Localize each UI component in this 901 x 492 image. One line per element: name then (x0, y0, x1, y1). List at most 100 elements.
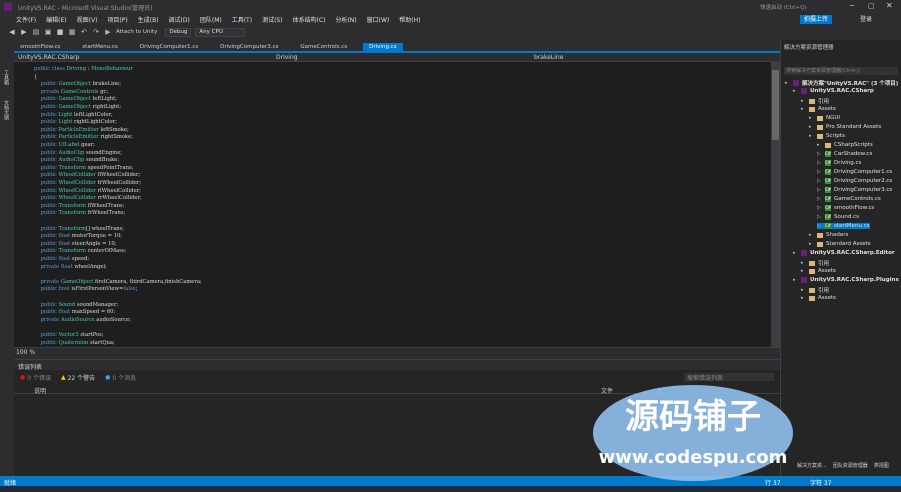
tree-item[interactable]: ▸ UnityVS.RAC.CSharp.Plugins (793, 277, 899, 283)
menu-tools[interactable]: 工具(T) (232, 15, 252, 24)
watermark-text-url: www.codespu.com (599, 447, 788, 468)
warnings-filter[interactable]: 22 个警告 (68, 373, 96, 382)
expand-arrow-icon[interactable]: ▷ (817, 205, 823, 211)
tree-item[interactable]: ▸ Assets (801, 295, 836, 301)
member-dropdown[interactable]: brakeLine (534, 54, 563, 61)
tree-item[interactable]: ▸ UnityVS.RAC.CSharp.Editor (793, 250, 895, 256)
error-search-input[interactable]: 搜索错误列表 (684, 373, 774, 382)
menu-edit[interactable]: 编辑(E) (46, 15, 66, 24)
editor-scroll-thumb[interactable] (772, 70, 779, 140)
expand-arrow-icon[interactable]: ▸ (809, 115, 815, 121)
tree-item[interactable]: ▸ Pro Standard Assets (809, 124, 881, 130)
play-icon[interactable]: ▶ (104, 28, 112, 36)
expand-arrow-icon[interactable]: ▸ (809, 232, 815, 238)
expand-arrow-icon[interactable]: ▸ (801, 106, 807, 112)
expand-arrow-icon[interactable]: ▸ (809, 124, 815, 130)
expand-arrow-icon[interactable]: ▸ (785, 80, 791, 86)
toolbox-tab[interactable]: 工具箱 (3, 70, 10, 85)
tab-class-view[interactable]: 类视图 (874, 462, 889, 472)
tree-item[interactable]: ▷ C# Driving.cs (817, 160, 861, 166)
quick-launch-input[interactable]: 快速启动 (Ctrl+Q) (760, 3, 807, 11)
menu-analyze[interactable]: 分析(N) (335, 15, 356, 24)
expand-arrow-icon[interactable]: ▷ (817, 178, 823, 184)
expand-arrow-icon[interactable]: ▸ (801, 287, 807, 293)
expand-arrow-icon[interactable]: ▷ (817, 151, 823, 157)
menu-help[interactable]: 帮助(H) (399, 15, 420, 24)
zoom-level[interactable]: 100 % (16, 349, 35, 356)
new-file-icon[interactable]: ▤ (32, 28, 40, 36)
back-icon[interactable]: ◀ (8, 28, 16, 36)
forward-icon[interactable]: ▶ (20, 28, 28, 36)
expand-arrow-icon[interactable]: ▸ (801, 98, 807, 104)
tree-item[interactable]: ▷ C# Sound.cs (817, 214, 859, 220)
column-description[interactable]: 说明 (34, 386, 46, 395)
maximize-button[interactable]: ▢ (868, 2, 875, 10)
tree-item[interactable]: ▸ Assets (801, 268, 836, 274)
expand-arrow-icon[interactable]: ▸ (801, 260, 807, 266)
expand-arrow-icon[interactable]: ▸ (809, 241, 815, 247)
menu-test[interactable]: 测试(S) (262, 15, 283, 24)
expand-arrow-icon[interactable]: ▸ (793, 250, 799, 256)
tree-item[interactable]: ▷ C# GameControls.cs (817, 196, 881, 202)
tree-item[interactable]: ▸ 引用 (801, 286, 829, 294)
expand-arrow-icon[interactable]: ▷ (817, 214, 823, 220)
tree-item[interactable]: ▷ C# startMenu.cs (817, 223, 870, 229)
tab-solution-explorer[interactable]: 解决方案资... (797, 462, 827, 472)
close-button[interactable]: ✕ (886, 1, 893, 10)
expand-arrow-icon[interactable]: ▷ (817, 160, 823, 166)
tree-item-label: UnityVS.RAC.CSharp.Editor (810, 250, 895, 256)
menu-team[interactable]: 团队(M) (200, 15, 222, 24)
tab-team-explorer[interactable]: 团队资源管理器 (833, 462, 868, 472)
attach-to-unity-button[interactable]: Attach to Unity (116, 29, 157, 35)
login-link[interactable]: 登录 (860, 15, 872, 24)
errors-filter[interactable]: 0 个错误 (27, 373, 51, 382)
expand-arrow-icon[interactable]: ▷ (817, 187, 823, 193)
expand-arrow-icon[interactable]: ▸ (817, 142, 823, 148)
tree-item[interactable]: ▷ C# CarShadow.cs (817, 151, 872, 157)
project-dropdown[interactable]: UnityVS.RAC.CSharp (18, 54, 79, 61)
document-outline-tab[interactable]: 文档大纲 (3, 100, 10, 120)
expand-arrow-icon[interactable]: ▷ (817, 223, 823, 229)
tree-item[interactable]: ▸ NGUI (809, 115, 840, 121)
menu-window[interactable]: 窗口(W) (367, 15, 390, 24)
expand-arrow-icon[interactable]: ▸ (801, 268, 807, 274)
messages-filter[interactable]: 0 个消息 (112, 373, 136, 382)
tree-item[interactable]: ▷ C# DrivingComputer1.cs (817, 169, 892, 175)
tree-item[interactable]: ▷ C# DrivingComputer2.cs (817, 178, 892, 184)
tree-item[interactable]: ▸ 解决方案"UnityVS.RAC" (3 个项目) (785, 79, 898, 87)
solution-search-input[interactable]: 搜索解决方案资源管理器(Ctrl+;) (784, 67, 898, 75)
minimize-button[interactable]: ─ (850, 2, 854, 10)
tree-item[interactable]: ▷ C# DrivingComputer3.cs (817, 187, 892, 193)
tree-item[interactable]: ▸ Shaders (809, 232, 848, 238)
menu-build[interactable]: 生成(B) (138, 15, 159, 24)
tree-item[interactable]: ▸ Scripts (809, 133, 845, 139)
expand-arrow-icon[interactable]: ▸ (793, 277, 799, 283)
save-all-icon[interactable]: ▦ (68, 28, 76, 36)
expand-arrow-icon[interactable]: ▸ (801, 295, 807, 301)
redo-icon[interactable]: ↷ (92, 28, 100, 36)
code-editor[interactable]: public class Driving : MonoBehaviour{ pu… (14, 62, 771, 347)
open-folder-icon[interactable]: ▣ (44, 28, 52, 36)
tree-item[interactable]: ▸ Standard Assets (809, 241, 871, 247)
tree-item[interactable]: ▸ Assets (801, 106, 836, 112)
expand-arrow-icon[interactable]: ▸ (793, 88, 799, 94)
tree-item[interactable]: ▸ 引用 (801, 259, 829, 267)
expand-arrow-icon[interactable]: ▷ (817, 169, 823, 175)
signin-button[interactable]: 拍摄上传 (800, 15, 833, 24)
menu-file[interactable]: 文件(F) (16, 15, 36, 24)
config-select[interactable]: Debug (165, 27, 192, 37)
menu-debug[interactable]: 调试(D) (169, 15, 190, 24)
class-dropdown[interactable]: Driving (276, 54, 298, 61)
expand-arrow-icon[interactable]: ▷ (817, 196, 823, 202)
tree-item[interactable]: ▸ 引用 (801, 97, 829, 105)
tree-item[interactable]: ▸ CSharpScripts (817, 142, 873, 148)
menu-architecture[interactable]: 体系结构(C) (293, 15, 326, 24)
menu-view[interactable]: 视图(V) (77, 15, 98, 24)
tree-item[interactable]: ▷ C# smoothFlow.cs (817, 205, 874, 211)
expand-arrow-icon[interactable]: ▸ (809, 133, 815, 139)
save-icon[interactable]: ■ (56, 28, 64, 36)
undo-icon[interactable]: ↶ (80, 28, 88, 36)
platform-select[interactable]: Any CPU (195, 27, 246, 37)
menu-project[interactable]: 项目(P) (107, 15, 127, 24)
tree-item[interactable]: ▸ UnityVS.RAC.CSharp (793, 88, 874, 94)
